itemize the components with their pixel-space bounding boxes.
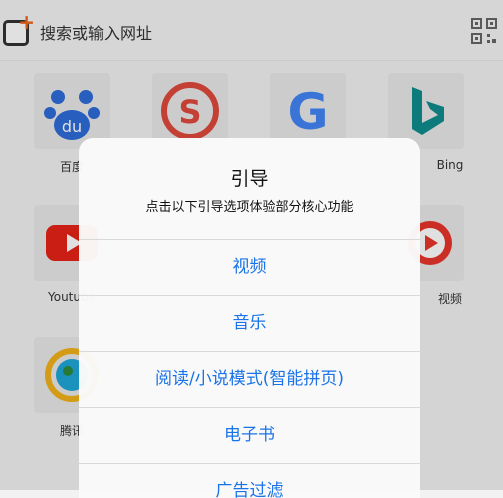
dialog-title: 引导 (230, 168, 269, 190)
guide-dialog: 引导 点击以下引导选项体验部分核心功能 视频 音乐 阅读/小说模式(智能拼页) … (79, 138, 420, 498)
dialog-subtitle: 点击以下引导选项体验部分核心功能 (145, 200, 354, 215)
guide-option-reader-mode[interactable]: 阅读/小说模式(智能拼页) (79, 352, 420, 407)
guide-option-video[interactable]: 视频 (79, 240, 420, 295)
guide-option-ebook[interactable]: 电子书 (79, 408, 420, 463)
guide-option-music[interactable]: 音乐 (79, 296, 420, 351)
guide-option-ad-filter[interactable]: 广告过滤 (79, 464, 420, 498)
